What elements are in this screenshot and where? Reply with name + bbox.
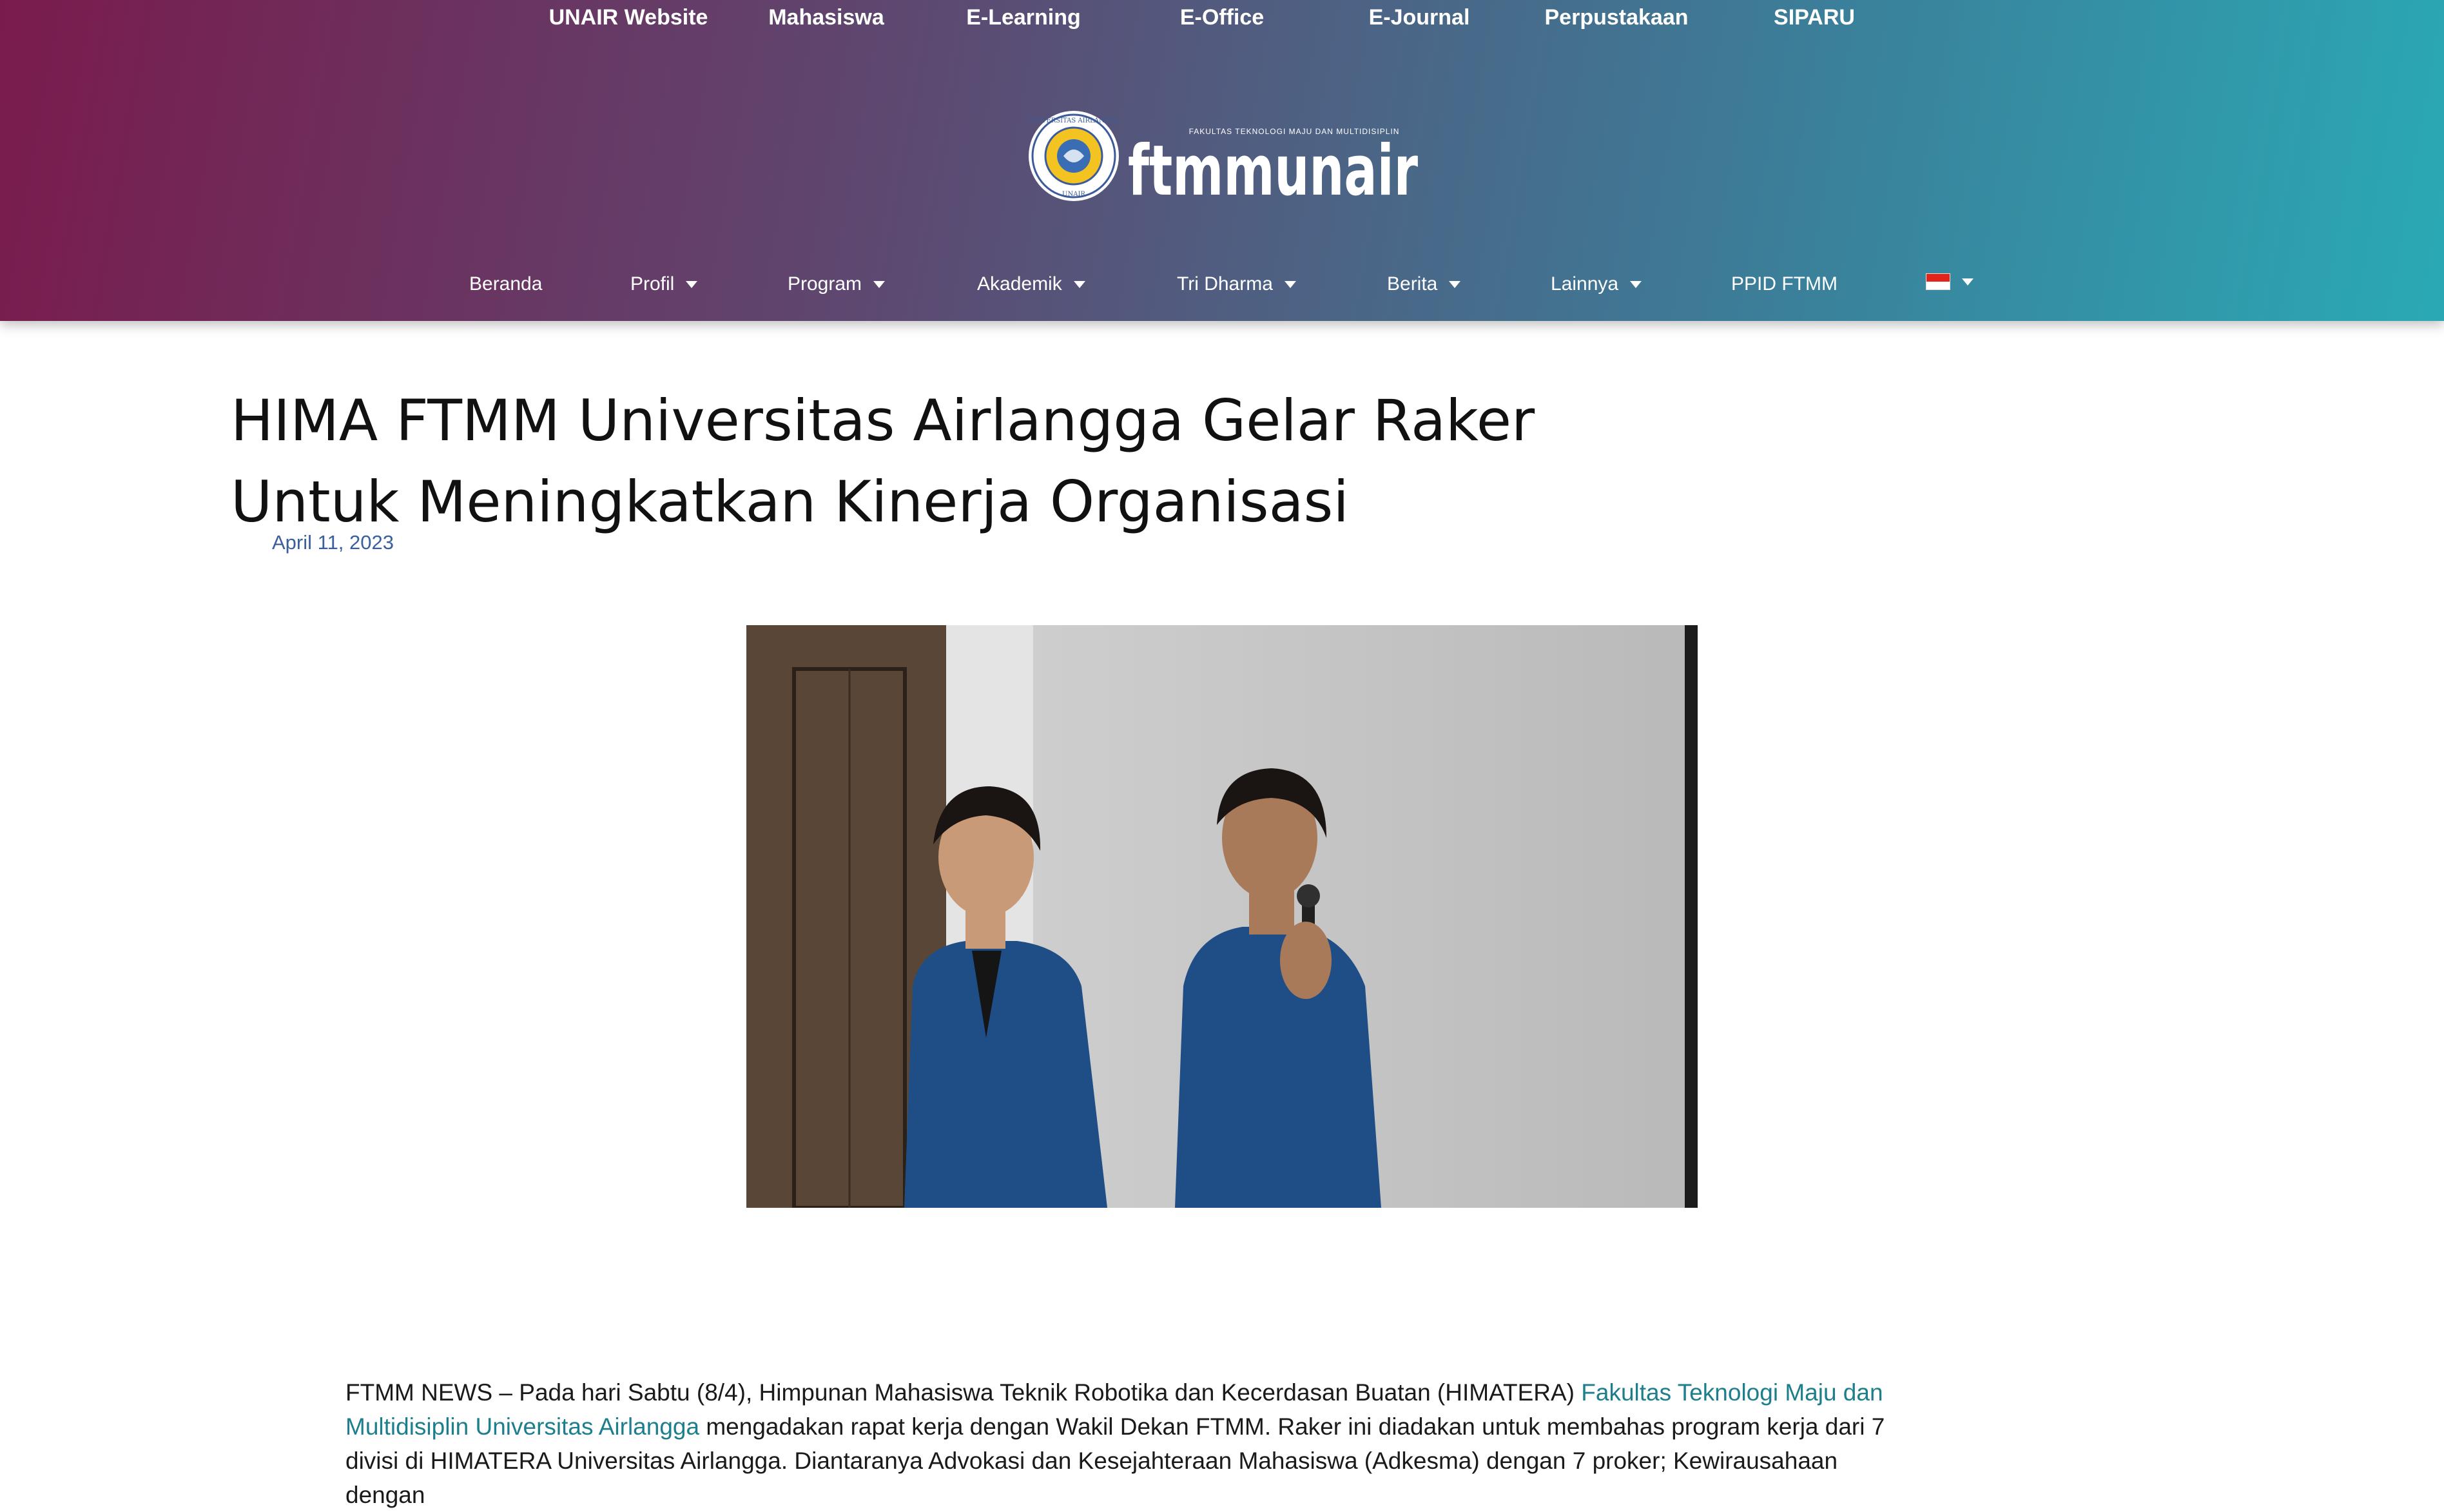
nav-profil[interactable]: Profil: [630, 273, 698, 295]
site-header: UNAIR Website Mahasiswa E-Learning E-Off…: [0, 0, 2444, 321]
nav-lainnya[interactable]: Lainnya: [1551, 273, 1642, 295]
chevron-down-icon: [1630, 280, 1642, 288]
top-nav-e-journal[interactable]: E-Journal: [1369, 5, 1470, 30]
top-nav-siparu[interactable]: SIPARU: [1774, 5, 1855, 30]
nav-ppid-ftmm[interactable]: PPID FTMM: [1731, 273, 1838, 295]
article-photo: [746, 625, 1698, 1208]
top-nav-e-learning[interactable]: E-Learning: [966, 5, 1081, 30]
top-nav-perpustakaan[interactable]: Perpustakaan: [1545, 5, 1689, 30]
main-nav: Beranda Profil Program Akademik Tri Dhar…: [0, 271, 2444, 309]
unair-seal-icon: UNIVERSITAS AIRLANGGA UNAIR: [1028, 111, 1120, 201]
top-nav-e-office[interactable]: E-Office: [1180, 5, 1264, 30]
article-title: HIMA FTMM Universitas Airlangga Gelar Ra…: [231, 387, 1535, 535]
chevron-down-icon: [686, 280, 698, 288]
nav-ppid-label: PPID FTMM: [1731, 273, 1838, 295]
nav-program-label: Program: [788, 273, 862, 295]
nav-profil-label: Profil: [630, 273, 675, 295]
nav-berita[interactable]: Berita: [1387, 273, 1461, 295]
paragraph-intro: FTMM NEWS – Pada hari Sabtu (8/4), Himpu…: [345, 1379, 1582, 1406]
nav-program[interactable]: Program: [788, 273, 886, 295]
language-switcher[interactable]: [1926, 273, 1974, 290]
article-body-paragraph: FTMM NEWS – Pada hari Sabtu (8/4), Himpu…: [345, 1375, 1918, 1512]
indonesia-flag-icon: [1926, 273, 1950, 290]
seal-bottom-text: UNAIR: [1062, 191, 1085, 198]
chevron-down-icon: [1284, 280, 1296, 288]
chevron-down-icon: [1962, 278, 1974, 286]
ftmm-unair-logo[interactable]: UNIVERSITAS AIRLANGGA UNAIR FAKULTAS TEK…: [1027, 107, 1421, 205]
chevron-down-icon: [1073, 280, 1085, 288]
nav-tri-dharma-label: Tri Dharma: [1177, 273, 1273, 295]
nav-akademik-label: Akademik: [977, 273, 1062, 295]
nav-akademik[interactable]: Akademik: [977, 273, 1085, 295]
chevron-down-icon: [1449, 280, 1461, 288]
top-utility-nav: UNAIR Website Mahasiswa E-Learning E-Off…: [0, 0, 2444, 43]
article-date[interactable]: April 11, 2023: [272, 531, 394, 554]
top-nav-unair-website[interactable]: UNAIR Website: [549, 5, 708, 30]
logo-wordmark: ftmmunair: [1128, 131, 1418, 205]
seal-text: UNIVERSITAS AIRLANGGA: [1028, 117, 1120, 124]
top-nav-mahasiswa[interactable]: Mahasiswa: [768, 5, 884, 30]
nav-beranda-label: Beranda: [469, 273, 543, 295]
nav-lainnya-label: Lainnya: [1551, 273, 1619, 295]
chevron-down-icon: [873, 280, 886, 288]
nav-berita-label: Berita: [1387, 273, 1438, 295]
nav-beranda[interactable]: Beranda: [469, 273, 542, 295]
nav-tri-dharma[interactable]: Tri Dharma: [1177, 273, 1296, 295]
